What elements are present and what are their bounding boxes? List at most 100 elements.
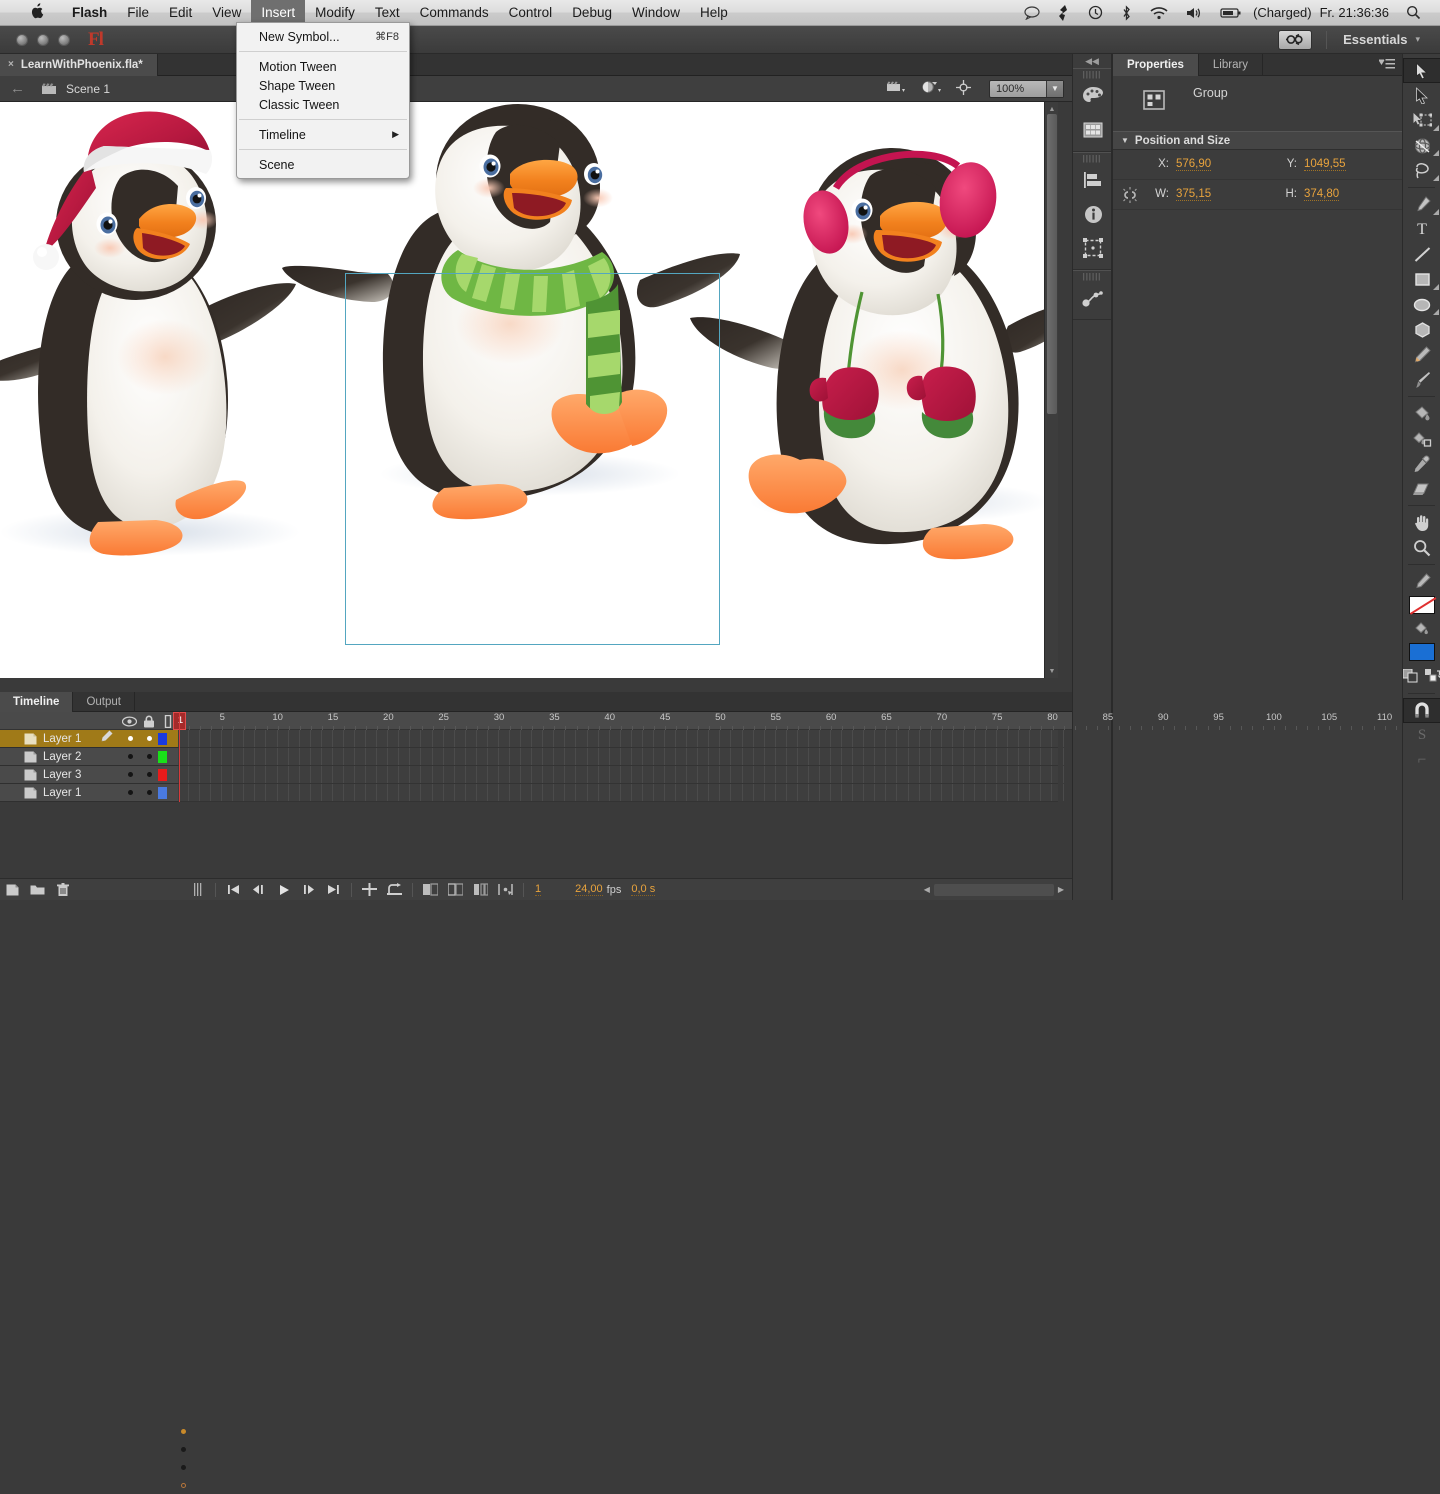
tab-properties[interactable]: Properties bbox=[1113, 54, 1199, 76]
frame-cell[interactable] bbox=[665, 766, 676, 783]
frame-cell[interactable] bbox=[1053, 766, 1064, 783]
x-field[interactable]: X: 576,90 bbox=[1147, 158, 1275, 171]
back-arrow-icon[interactable]: ← bbox=[10, 80, 25, 97]
pen-tool[interactable] bbox=[1403, 192, 1440, 217]
frame-cell[interactable] bbox=[200, 730, 211, 747]
frame-cell[interactable] bbox=[543, 730, 554, 747]
frame-cell[interactable] bbox=[1008, 766, 1019, 783]
frame-cell[interactable] bbox=[499, 730, 510, 747]
frame-cell[interactable] bbox=[931, 766, 942, 783]
frame-cell[interactable] bbox=[864, 766, 875, 783]
frame-cell[interactable] bbox=[643, 748, 654, 765]
frame-cell[interactable] bbox=[267, 748, 278, 765]
frame-cell[interactable] bbox=[953, 784, 964, 801]
zoom-tool[interactable] bbox=[1403, 535, 1440, 560]
frame-cell[interactable] bbox=[410, 748, 421, 765]
frame-cell[interactable] bbox=[344, 730, 355, 747]
frame-cell[interactable] bbox=[1053, 730, 1064, 747]
play-icon[interactable] bbox=[271, 879, 296, 901]
frame-cell[interactable] bbox=[399, 784, 410, 801]
brush-tool[interactable] bbox=[1403, 367, 1440, 392]
frame-cell[interactable] bbox=[499, 784, 510, 801]
frame-cell[interactable] bbox=[953, 766, 964, 783]
frame-cell[interactable] bbox=[588, 766, 599, 783]
frame-cell[interactable] bbox=[709, 784, 720, 801]
collapse-panels-icon[interactable]: ◀◀ bbox=[1073, 54, 1111, 68]
h-value[interactable]: 374,80 bbox=[1304, 188, 1339, 201]
center-frame-icon[interactable] bbox=[357, 879, 382, 901]
minimize-window-button[interactable] bbox=[37, 34, 49, 46]
lock-dot[interactable] bbox=[147, 790, 152, 795]
frame-cell[interactable] bbox=[909, 730, 920, 747]
frame-cell[interactable] bbox=[488, 748, 499, 765]
frame-cell[interactable] bbox=[399, 766, 410, 783]
frame-cell[interactable] bbox=[665, 730, 676, 747]
frame-cell[interactable] bbox=[255, 766, 266, 783]
frame-cell[interactable] bbox=[732, 784, 743, 801]
frame-cell[interactable] bbox=[632, 748, 643, 765]
frame-cell[interactable] bbox=[765, 730, 776, 747]
frame-cell[interactable] bbox=[521, 748, 532, 765]
frame-cell[interactable] bbox=[754, 784, 765, 801]
frame-cell[interactable] bbox=[942, 730, 953, 747]
frame-cell[interactable] bbox=[355, 730, 366, 747]
selection-tool[interactable] bbox=[1403, 58, 1440, 83]
frame-cell[interactable] bbox=[588, 730, 599, 747]
frame-cell[interactable] bbox=[953, 748, 964, 765]
frame-cell[interactable] bbox=[333, 730, 344, 747]
frame-cell[interactable] bbox=[809, 748, 820, 765]
close-window-button[interactable] bbox=[16, 34, 28, 46]
edit-scene-icon[interactable] bbox=[886, 80, 908, 97]
frame-cell[interactable] bbox=[975, 784, 986, 801]
frame-cell[interactable] bbox=[233, 784, 244, 801]
frame-cell[interactable] bbox=[244, 748, 255, 765]
frame-cell[interactable] bbox=[433, 748, 444, 765]
frame-cell[interactable] bbox=[322, 766, 333, 783]
frame-cell[interactable] bbox=[1053, 784, 1064, 801]
frame-cell[interactable] bbox=[654, 748, 665, 765]
frame-cell[interactable] bbox=[964, 784, 975, 801]
frame-cell[interactable] bbox=[388, 784, 399, 801]
frame-cell[interactable] bbox=[300, 766, 311, 783]
frame-cell[interactable] bbox=[787, 730, 798, 747]
motion-editor-icon[interactable] bbox=[1073, 281, 1113, 315]
frame-cell[interactable] bbox=[543, 784, 554, 801]
frame-cell[interactable] bbox=[743, 730, 754, 747]
frame-cell[interactable] bbox=[455, 784, 466, 801]
apple-logo-icon[interactable] bbox=[30, 3, 44, 23]
frame-cell[interactable] bbox=[422, 784, 433, 801]
frame-cell[interactable] bbox=[599, 766, 610, 783]
frame-cell[interactable] bbox=[543, 748, 554, 765]
frame-cell[interactable] bbox=[477, 784, 488, 801]
frame-cell[interactable] bbox=[322, 730, 333, 747]
trash-icon[interactable] bbox=[50, 879, 75, 901]
frame-cell[interactable] bbox=[975, 766, 986, 783]
frame-cell[interactable] bbox=[1019, 748, 1030, 765]
polystar-tool[interactable] bbox=[1403, 317, 1440, 342]
frame-cell[interactable] bbox=[698, 766, 709, 783]
frame-cell[interactable] bbox=[399, 748, 410, 765]
menu-help[interactable]: Help bbox=[690, 0, 738, 26]
frame-cell[interactable] bbox=[577, 730, 588, 747]
stage-canvas[interactable]: ▲ ▼ ◀ ▶ bbox=[0, 102, 1058, 678]
frame-cell[interactable] bbox=[278, 766, 289, 783]
frame-cell[interactable] bbox=[278, 784, 289, 801]
frame-cell[interactable] bbox=[621, 748, 632, 765]
frame-cell[interactable] bbox=[466, 766, 477, 783]
loop-icon[interactable] bbox=[382, 879, 407, 901]
frame-cell[interactable] bbox=[565, 748, 576, 765]
frame-cell[interactable] bbox=[444, 730, 455, 747]
frame-cell[interactable] bbox=[521, 784, 532, 801]
frame-cell[interactable] bbox=[333, 784, 344, 801]
frame-cell[interactable] bbox=[388, 766, 399, 783]
frame-cell[interactable] bbox=[399, 730, 410, 747]
frame-cell[interactable] bbox=[300, 784, 311, 801]
lock-aspect-icon[interactable] bbox=[1113, 186, 1147, 204]
frame-cell[interactable] bbox=[942, 784, 953, 801]
frame-cell[interactable] bbox=[410, 784, 421, 801]
swap-colors-icon[interactable] bbox=[1425, 669, 1440, 688]
lock-dot[interactable] bbox=[147, 736, 152, 741]
frame-cell[interactable] bbox=[388, 748, 399, 765]
frame-cell[interactable] bbox=[610, 766, 621, 783]
frame-cell[interactable] bbox=[344, 748, 355, 765]
